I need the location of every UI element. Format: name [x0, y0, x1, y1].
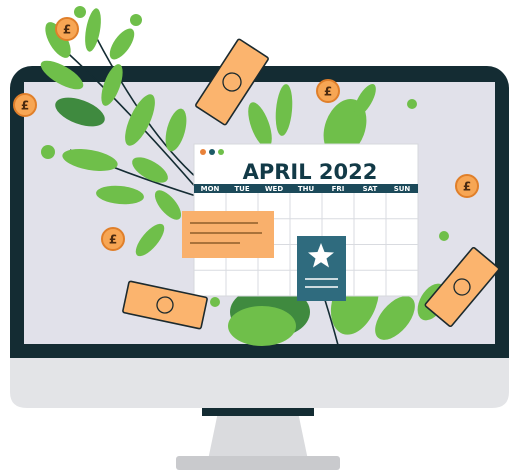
- monitor-stand-base: [176, 456, 340, 470]
- pound-coin-icon: £: [101, 227, 125, 251]
- dot: [41, 145, 55, 159]
- pound-coin-icon: £: [55, 17, 79, 41]
- weekday-label: SUN: [394, 185, 411, 193]
- weekday-label: MON: [201, 185, 220, 193]
- pound-coin-icon: £: [316, 79, 340, 103]
- pound-symbol: £: [109, 233, 117, 247]
- weekday-label: WED: [265, 185, 284, 193]
- note-card: [182, 211, 274, 258]
- weekday-label: FRI: [332, 185, 345, 193]
- pound-coin-icon: £: [455, 174, 479, 198]
- monitor-stand-neck: [208, 412, 308, 460]
- pound-symbol: £: [463, 180, 471, 194]
- window-dot-blue: [209, 149, 215, 155]
- weekday-label: THU: [298, 185, 315, 193]
- pound-coin-icon: £: [13, 93, 37, 117]
- scene: APRIL 2022 MON TUE WED THU FRI SAT SUN £ £ £ £ £: [10, 6, 509, 470]
- leaf: [109, 28, 135, 60]
- monitor-chin: [10, 358, 509, 408]
- dot: [210, 297, 220, 307]
- window-dot-green: [218, 149, 224, 155]
- pound-symbol: £: [324, 85, 332, 99]
- window-dot-orange: [200, 149, 206, 155]
- dot: [74, 6, 86, 18]
- note-card-bg: [182, 211, 274, 258]
- dot: [407, 99, 417, 109]
- pound-symbol: £: [21, 99, 29, 113]
- weekday-label: TUE: [234, 185, 249, 193]
- pound-symbol: £: [63, 23, 71, 37]
- calendar-title: APRIL 2022: [243, 160, 378, 184]
- starred-card: [297, 236, 346, 301]
- weekday-label: SAT: [363, 185, 378, 193]
- leaf: [228, 306, 296, 346]
- dot: [130, 14, 142, 26]
- dot: [439, 231, 449, 241]
